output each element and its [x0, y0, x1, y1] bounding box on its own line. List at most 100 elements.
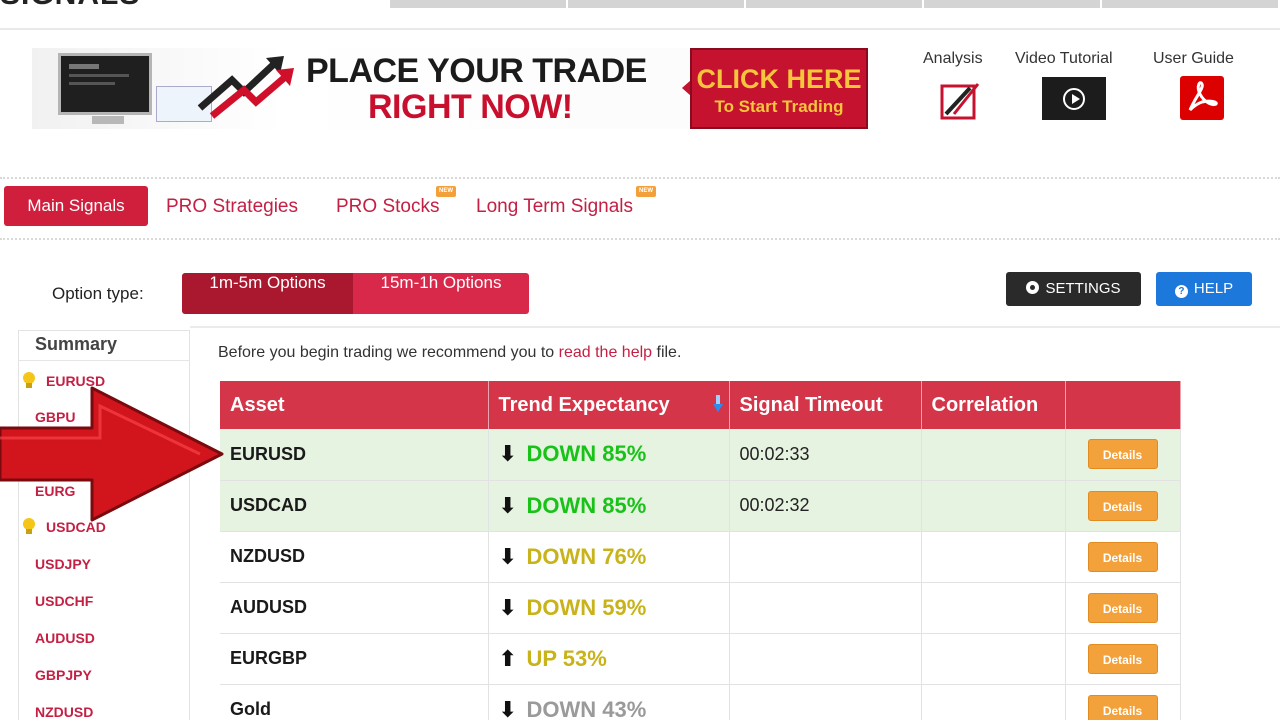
content-divider: [190, 326, 1280, 328]
arrow-down-icon: ⬇: [498, 442, 517, 468]
pdf-icon[interactable]: [1180, 76, 1224, 120]
monitor-stand: [92, 116, 124, 124]
banner-headline: PLACE YOUR TRADE: [306, 52, 647, 90]
video-play-icon[interactable]: [1042, 77, 1106, 120]
top-nav-tab[interactable]: [1102, 0, 1280, 8]
asset-cell: AUDUSD: [220, 582, 489, 634]
asset-cell: Gold: [220, 684, 489, 720]
sort-down-icon[interactable]: [712, 395, 723, 413]
trend-cell: ⬇ DOWN 85%: [488, 429, 730, 481]
arrow-down-icon: ⬇: [498, 595, 517, 621]
correlation-cell: [921, 582, 1066, 634]
monitor-image: [58, 53, 152, 115]
analysis-icon[interactable]: [940, 80, 982, 120]
video-tutorial-link[interactable]: Video Tutorial: [1015, 50, 1113, 68]
summary-divider: [18, 360, 190, 361]
top-nav-strip: [390, 0, 1280, 8]
site-logo[interactable]: SIGNALS: [0, 0, 140, 12]
timeout-cell: [729, 582, 922, 634]
settings-button[interactable]: SETTINGS: [1006, 272, 1141, 306]
asset-cell: USDCAD: [220, 480, 489, 532]
tab-pro-strategies[interactable]: PRO Strategies: [166, 196, 298, 218]
analysis-link[interactable]: Analysis: [923, 50, 983, 68]
app-root: { "header": { "logo_text": "SIGNALS", "l…: [0, 0, 1280, 720]
top-divider: [0, 28, 1280, 30]
arrow-down-icon: ⬇: [498, 697, 517, 720]
column-header-actions: [1065, 381, 1181, 429]
cta-title: CLICK HERE: [696, 64, 862, 94]
summary-title: Summary: [35, 334, 118, 354]
help-button[interactable]: ? HELP: [1156, 272, 1252, 306]
column-header-trend[interactable]: Trend Expectancy: [488, 381, 730, 429]
top-nav-tab[interactable]: [390, 0, 568, 8]
dotted-divider: [0, 238, 1280, 240]
sidebar-item-gbpjpy[interactable]: GBPJPY: [35, 667, 92, 683]
table-row[interactable]: AUDUSD ⬇ DOWN 59% Details: [220, 582, 1181, 634]
click-here-button[interactable]: CLICK HERE To Start Trading: [690, 48, 868, 129]
option-1m-5m-button[interactable]: 1m-5m Options: [182, 273, 353, 314]
trend-cell: ⬇ DOWN 59%: [488, 582, 730, 634]
details-button[interactable]: Details: [1087, 643, 1158, 674]
correlation-cell: [921, 684, 1066, 720]
column-header-timeout[interactable]: Signal Timeout: [729, 381, 922, 429]
trend-value: DOWN 85%: [526, 492, 647, 518]
correlation-cell: [921, 429, 1066, 481]
dotted-divider: [0, 177, 1280, 179]
banner-subheadline: RIGHT NOW!: [368, 88, 573, 126]
trend-value: DOWN 59%: [526, 594, 647, 620]
new-badge: NEW: [636, 186, 656, 197]
option-15m-1h-button[interactable]: 15m-1h Options: [353, 273, 529, 314]
top-nav-tab[interactable]: [924, 0, 1102, 8]
intro-after: file.: [652, 344, 682, 361]
sidebar-item-usdjpy[interactable]: USDJPY: [35, 556, 91, 572]
option-type-toggle: 1m-5m Options 15m-1h Options: [182, 273, 529, 314]
trend-cell: ⬇ DOWN 43%: [488, 684, 730, 720]
trade-banner[interactable]: PLACE YOUR TRADE RIGHT NOW! CLICK HERE T…: [32, 48, 868, 129]
details-button[interactable]: Details: [1087, 490, 1158, 521]
column-header-correlation[interactable]: Correlation: [921, 381, 1066, 429]
actions-cell: Details: [1065, 684, 1181, 720]
actions-cell: Details: [1065, 582, 1181, 634]
details-button[interactable]: Details: [1087, 541, 1158, 572]
asset-cell: NZDUSD: [220, 531, 489, 583]
help-label: HELP: [1193, 280, 1234, 297]
tab-pro-stocks[interactable]: PRO Stocks: [336, 196, 439, 218]
correlation-cell: [921, 480, 1066, 532]
sidebar-item-usdchf[interactable]: USDCHF: [35, 593, 93, 609]
table-row[interactable]: EURUSD ⬇ DOWN 85% 00:02:33 Details: [220, 429, 1181, 481]
arrow-down-icon: ⬇: [498, 544, 517, 570]
big-red-arrow-icon: [0, 386, 224, 522]
timeout-cell: [729, 684, 922, 720]
arrow-up-icon: ⬆: [498, 646, 517, 672]
trend-cell: ⬇ DOWN 76%: [488, 531, 730, 583]
column-header-asset[interactable]: Asset: [220, 381, 489, 429]
sidebar-item-nzdusd[interactable]: NZDUSD: [35, 704, 93, 720]
table-row[interactable]: Gold ⬇ DOWN 43% Details: [220, 684, 1181, 720]
details-button[interactable]: Details: [1087, 694, 1158, 720]
trend-cell: ⬇ DOWN 85%: [488, 480, 730, 532]
table-row[interactable]: EURGBP ⬆ UP 53% Details: [220, 633, 1181, 685]
actions-cell: Details: [1065, 480, 1181, 532]
settings-label: SETTINGS: [1045, 280, 1121, 297]
trend-arrows-icon: [197, 56, 294, 119]
details-button[interactable]: Details: [1087, 439, 1158, 470]
new-badge: NEW: [436, 186, 456, 197]
read-help-link[interactable]: read the help: [559, 344, 652, 361]
sidebar-item-audusd[interactable]: AUDUSD: [35, 630, 95, 646]
tab-main-signals[interactable]: Main Signals: [4, 186, 148, 226]
actions-cell: Details: [1065, 633, 1181, 685]
user-guide-link[interactable]: User Guide: [1153, 50, 1234, 68]
top-nav-tab[interactable]: [746, 0, 924, 8]
trend-cell: ⬆ UP 53%: [488, 633, 730, 685]
table-header-row: Asset Trend Expectancy Signal Timeout Co…: [220, 381, 1181, 429]
table-row[interactable]: USDCAD ⬇ DOWN 85% 00:02:32 Details: [220, 480, 1181, 532]
intro-before: Before you begin trading we recommend yo…: [218, 344, 559, 361]
top-nav-tab[interactable]: [568, 0, 746, 8]
asset-cell: EURGBP: [220, 633, 489, 685]
cta-subtitle: To Start Trading: [714, 97, 844, 116]
trend-value: DOWN 43%: [526, 696, 647, 720]
table-row[interactable]: NZDUSD ⬇ DOWN 76% Details: [220, 531, 1181, 583]
tab-long-term-signals[interactable]: Long Term Signals: [476, 196, 633, 218]
correlation-cell: [921, 633, 1066, 685]
details-button[interactable]: Details: [1087, 592, 1158, 623]
